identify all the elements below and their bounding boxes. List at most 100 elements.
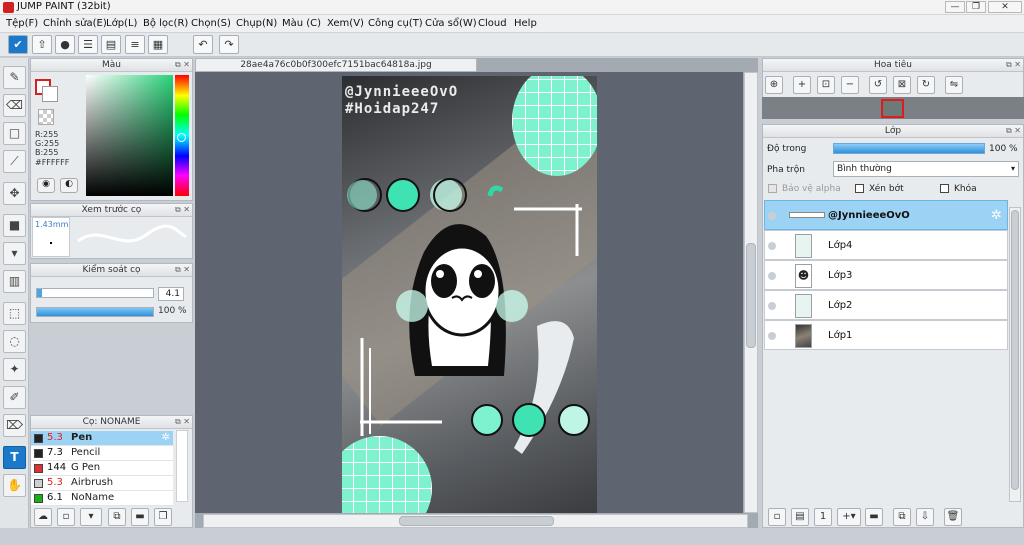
vertical-scroll-thumb[interactable] <box>746 243 756 348</box>
share-icon[interactable]: ⇧ <box>32 35 52 54</box>
hand-tool-icon[interactable]: ✋ <box>3 474 26 497</box>
zoom-actual-icon[interactable]: ⊡ <box>817 76 835 94</box>
layer-row[interactable]: Lớp1 <box>764 320 1008 350</box>
panel-float-icon[interactable]: ⧉ ✕ <box>175 205 190 215</box>
brush-row[interactable]: 5.3 Pen ✲ <box>31 431 173 446</box>
menu-layer[interactable]: Lớp(L) <box>106 18 137 29</box>
layer-row[interactable]: ☻ Lớp3 <box>764 260 1008 290</box>
zoom-in-icon[interactable]: + <box>793 76 811 94</box>
bucket-tool-icon[interactable]: ▾ <box>3 242 26 265</box>
move-tool-icon[interactable]: ✥ <box>3 182 26 205</box>
menu-window[interactable]: Cửa sổ(W) <box>425 18 477 29</box>
hue-handle[interactable] <box>177 133 186 142</box>
menu-capture[interactable]: Chụp(N) <box>236 18 277 29</box>
document-tab[interactable]: 28ae4a76c0b0f300efc7151bac64818a.jpg <box>195 58 477 72</box>
layer-row[interactable]: Lớp2 <box>764 290 1008 320</box>
hue-slider[interactable] <box>175 75 189 196</box>
new-layer-icon[interactable]: ▫ <box>768 508 786 526</box>
palette-icon[interactable]: ◉ <box>37 178 55 193</box>
brush-list-scrollbar[interactable] <box>176 430 188 502</box>
layer-row[interactable]: @JynnieeeOvO ✲ <box>764 200 1008 230</box>
brush-row[interactable]: 7.3 Pencil <box>31 446 173 461</box>
text-tool-icon[interactable]: T <box>3 446 26 469</box>
menu-edit[interactable]: Chỉnh sửa(E) <box>43 18 107 29</box>
visibility-toggle[interactable] <box>768 272 776 280</box>
protect-alpha-checkbox[interactable] <box>768 184 777 193</box>
rotate-left-icon[interactable]: ↺ <box>869 76 887 94</box>
panel-float-icon[interactable]: ⧉ ✕ <box>1006 126 1021 136</box>
document-icon[interactable]: ▤ <box>101 35 121 54</box>
panel-float-icon[interactable]: ⧉ ✕ <box>175 417 190 427</box>
brush-tool-icon[interactable]: ✎ <box>3 66 26 89</box>
brush-row[interactable]: 6.1 NoName <box>31 491 173 506</box>
brush-copy-icon[interactable]: ❐ <box>154 508 172 526</box>
canvas-vertical-scrollbar[interactable] <box>744 72 758 513</box>
cloud-sync-icon[interactable]: ✔ <box>8 35 28 54</box>
navigator-thumbnail[interactable] <box>881 99 904 118</box>
brush-duplicate-icon[interactable]: ⧉ <box>108 508 126 526</box>
saturation-value-picker[interactable] <box>86 75 173 196</box>
canvas-horizontal-scrollbar[interactable] <box>203 514 748 528</box>
add-layer-menu-icon[interactable]: +▾ <box>837 508 861 526</box>
menu-help[interactable]: Help <box>514 18 537 29</box>
eyedropper-icon[interactable]: ◐ <box>60 178 78 193</box>
brush-size-value[interactable]: 4.1 <box>158 287 184 301</box>
zoom-fit-icon[interactable]: ⊕ <box>765 76 783 94</box>
brush-row[interactable]: 5.3 Airbrush <box>31 476 173 491</box>
visibility-toggle[interactable] <box>768 242 776 250</box>
brush-opacity-slider[interactable] <box>36 307 154 317</box>
menu-color[interactable]: Màu (C) <box>282 18 321 29</box>
rect-select-tool-icon[interactable]: ⬚ <box>3 302 26 325</box>
lasso-tool-icon[interactable]: ◌ <box>3 330 26 353</box>
clip-checkbox[interactable] <box>855 184 864 193</box>
brush-row[interactable]: 144 G Pen <box>31 461 173 476</box>
close-button[interactable]: ✕ <box>988 1 1022 13</box>
flip-icon[interactable]: ⇋ <box>945 76 963 94</box>
menu-filter[interactable]: Bộ lọc(R) <box>143 18 188 29</box>
merge-layer-icon[interactable]: ⇩ <box>916 508 934 526</box>
undo-icon[interactable]: ↶ <box>193 35 213 54</box>
new-layer-alt-icon[interactable]: ▤ <box>791 508 809 526</box>
brush-folder-icon[interactable]: ▬ <box>131 508 149 526</box>
brush-cloud-icon[interactable]: ☁ <box>34 508 52 526</box>
eraser-tool-icon[interactable]: ⌫ <box>3 94 26 117</box>
layers-scroll-thumb[interactable] <box>1011 210 1019 490</box>
transparent-swatch[interactable] <box>38 109 54 125</box>
panel-float-icon[interactable]: ⧉ ✕ <box>175 265 190 275</box>
duplicate-layer-icon[interactable]: ⧉ <box>893 508 911 526</box>
redo-icon[interactable]: ↷ <box>219 35 239 54</box>
zoom-out-icon[interactable]: − <box>841 76 859 94</box>
brush-size-slider[interactable] <box>36 288 154 298</box>
menu-view[interactable]: Xem(V) <box>327 18 364 29</box>
visibility-toggle[interactable] <box>768 332 776 340</box>
layer-folder-icon[interactable]: ▬ <box>865 508 883 526</box>
horizontal-scroll-thumb[interactable] <box>399 516 554 526</box>
delete-layer-icon[interactable]: 🗑 <box>944 508 962 526</box>
gear-icon[interactable]: ✲ <box>162 431 170 445</box>
rotate-right-icon[interactable]: ↻ <box>917 76 935 94</box>
background-color-swatch[interactable] <box>42 86 58 102</box>
rect-fill-tool-icon[interactable]: ■ <box>3 214 26 237</box>
gradient-tool-icon[interactable]: ▥ <box>3 270 26 293</box>
menu-select[interactable]: Chọn(S) <box>191 18 231 29</box>
restore-button[interactable]: ❐ <box>966 1 986 13</box>
line-tool-icon[interactable]: ⟋ <box>3 150 26 173</box>
shape-tool-icon[interactable]: □ <box>3 122 26 145</box>
layer-row[interactable]: Lớp4 <box>764 230 1008 260</box>
gear-icon[interactable]: ✲ <box>991 208 1002 223</box>
menu-tools[interactable]: Công cụ(T) <box>368 18 423 29</box>
panel-float-icon[interactable]: ⧉ ✕ <box>1006 60 1021 70</box>
brush-menu-icon[interactable]: ▾ <box>80 508 102 526</box>
layers-scrollbar[interactable] <box>1009 207 1021 502</box>
minimize-button[interactable]: — <box>945 1 965 13</box>
menu-cloud[interactable]: Cloud <box>478 18 507 29</box>
new-layer-1bit-icon[interactable]: 1 <box>814 508 832 526</box>
visibility-toggle[interactable] <box>768 302 776 310</box>
rotate-reset-icon[interactable]: ⊠ <box>893 76 911 94</box>
magic-wand-tool-icon[interactable]: ✦ <box>3 358 26 381</box>
lock-checkbox[interactable] <box>940 184 949 193</box>
panel-float-icon[interactable]: ⧉ ✕ <box>175 60 190 70</box>
menu-file[interactable]: Tệp(F) <box>6 18 38 29</box>
blend-mode-select[interactable]: Bình thường ▾ <box>833 161 1019 177</box>
navigator-preview[interactable] <box>762 97 1024 119</box>
